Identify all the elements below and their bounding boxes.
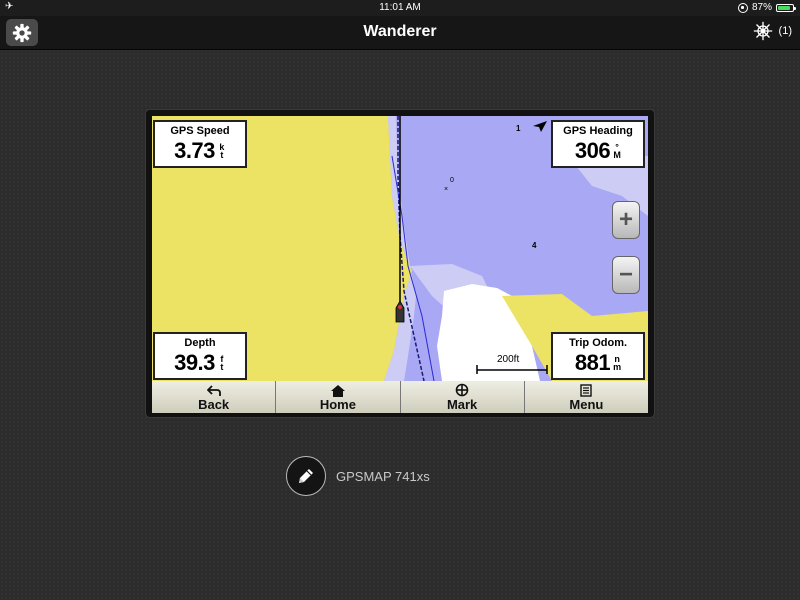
trip-odometer-label: Trip Odom. (568, 337, 628, 349)
trip-odometer-value: 881 (574, 350, 611, 375)
depth-label: Depth (184, 337, 216, 349)
mark-button[interactable]: Mark (399, 381, 524, 413)
gps-speed-unit: kt (219, 142, 225, 160)
page-title: Wanderer (363, 23, 437, 40)
helm-count: (1) (778, 25, 792, 37)
gps-speed-field[interactable]: GPS Speed 3.73 kt (153, 120, 247, 168)
trip-odometer-field[interactable]: Trip Odom. 881 nm (551, 332, 645, 380)
nav-bar: Wanderer (1) (0, 16, 800, 50)
menu-icon (580, 384, 593, 397)
plus-icon: + (618, 206, 633, 233)
gps-heading-label: GPS Heading (563, 125, 633, 137)
chartplotter-screen: 200ft 1 0 × 4 GPS Speed 3.73 kt GPS Head… (152, 116, 648, 413)
device-row: GPSMAP 741xs (286, 456, 430, 496)
home-icon (330, 385, 345, 397)
menu-button[interactable]: Menu (523, 381, 648, 413)
depth-field[interactable]: Depth 39.3 ft (153, 332, 247, 380)
gps-heading-value: 306 (574, 138, 611, 163)
back-button[interactable]: Back (152, 381, 276, 413)
device-name: GPSMAP 741xs (336, 468, 430, 484)
depth-sounding: 0 (450, 177, 454, 184)
scale-label: 200ft (497, 354, 519, 365)
home-label: Home (319, 397, 356, 412)
trip-odometer-unit: nm (613, 354, 622, 372)
chartplotter-device: 200ft 1 0 × 4 GPS Speed 3.73 kt GPS Head… (145, 109, 655, 418)
pencil-icon (299, 469, 313, 483)
back-arrow-icon (206, 385, 221, 396)
orientation-lock-icon (737, 2, 748, 13)
gps-heading-unit: ° M (613, 142, 621, 160)
status-time: 11:01 AM (379, 2, 421, 13)
depth-sounding: 4 (532, 241, 537, 250)
edit-device-button[interactable] (286, 456, 326, 496)
status-right: 87% (737, 2, 796, 13)
mark-label: Mark (446, 397, 478, 412)
home-button[interactable]: Home (275, 381, 400, 413)
zoom-in-button[interactable]: + (612, 201, 640, 239)
battery-icon (776, 3, 796, 12)
status-bar: ✈ 11:01 AM 87% (0, 0, 800, 16)
minus-icon: − (618, 261, 633, 288)
menu-label: Menu (569, 397, 604, 412)
gps-speed-value: 3.73 (174, 138, 215, 163)
gps-heading-field[interactable]: GPS Heading 306 ° M (551, 120, 645, 168)
battery-percent: 87% (751, 2, 772, 13)
zoom-out-button[interactable]: − (612, 256, 640, 294)
softkey-bar: Back Home Mark Menu (152, 381, 648, 413)
back-label: Back (198, 397, 230, 412)
gps-speed-label: GPS Speed (170, 125, 230, 137)
ship-wheel-icon (753, 21, 772, 41)
depth-unit: ft (220, 354, 224, 372)
depth-sounding: 1 (516, 124, 521, 133)
depth-value: 39.3 (174, 350, 215, 375)
helm-button[interactable]: (1) (753, 21, 792, 41)
crosshair-icon (455, 383, 469, 397)
wreck-marker: × (444, 186, 448, 193)
